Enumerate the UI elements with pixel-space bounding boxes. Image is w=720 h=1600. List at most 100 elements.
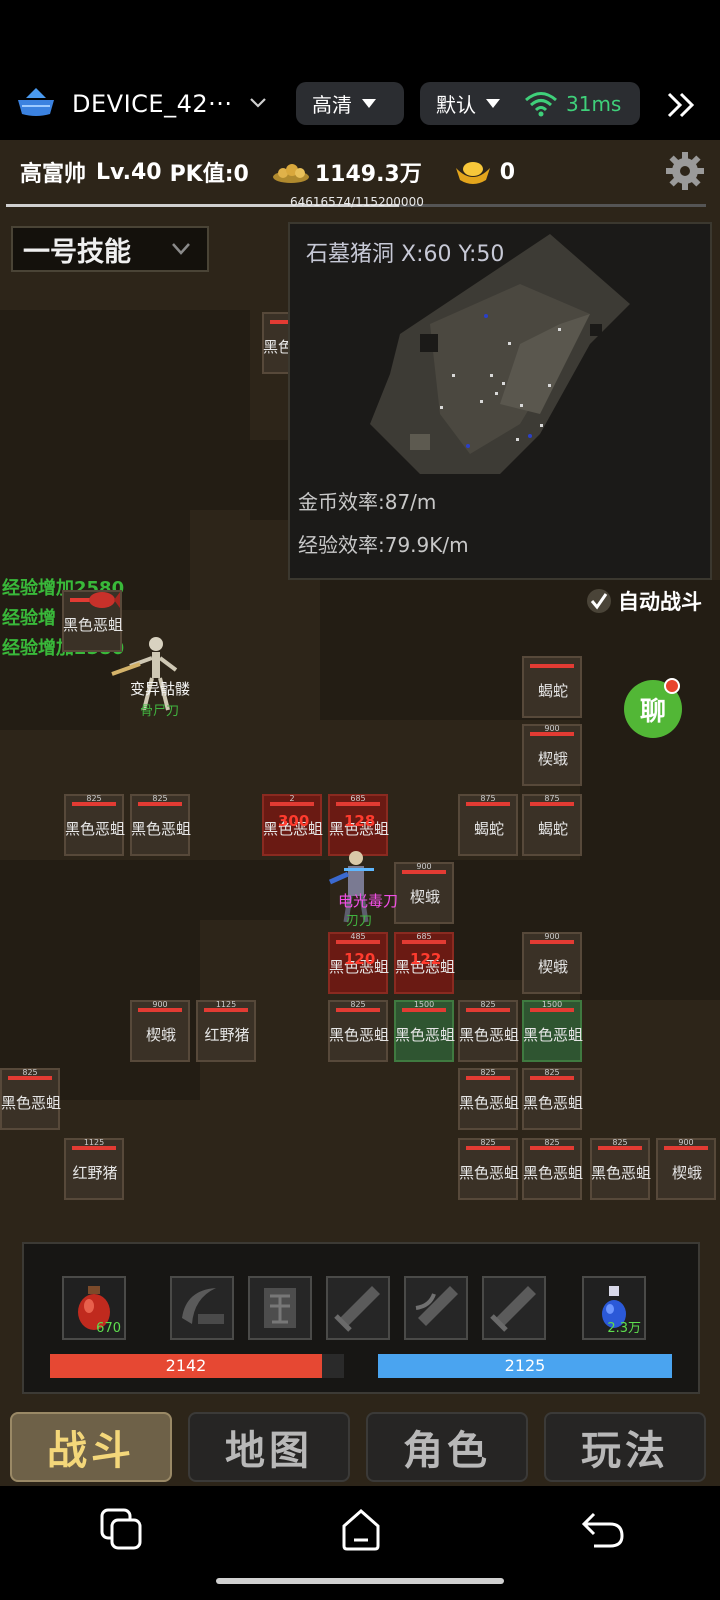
monster-card[interactable]: 875 蝎蛇 [522,794,582,856]
skill-slot-4[interactable] [404,1276,468,1340]
player-status-row: 高富帅 Lv.40 PK值:0 1149.3万 0 [20,156,515,188]
tab-character[interactable]: 角色 [366,1412,528,1482]
ingot-amount: 0 [499,159,516,185]
monster-card[interactable]: 825 黑色恶蛆 [522,1068,583,1130]
monster-name: 楔蛾 [409,888,440,906]
gold-rate-readout: 金币效率:87/m [298,490,437,514]
monster-number: 900 [544,724,560,733]
skill-slot-2[interactable] [248,1276,312,1340]
notification-dot [664,678,680,694]
monster-card[interactable]: 蝎蛇 [522,656,582,718]
tab-gameplay[interactable]: 玩法 [544,1412,706,1482]
cave-wall [0,310,120,730]
skill-slot-1[interactable] [170,1276,234,1340]
monster-card[interactable]: 825 黑色恶蛆 [590,1138,651,1200]
player-name: 高富帅 [20,162,87,187]
back-icon[interactable] [580,1506,626,1552]
caret-down-icon [486,99,500,108]
gear-icon[interactable] [664,150,706,192]
monster-card[interactable]: 825 黑色恶蛆 [458,1000,519,1062]
mp-potion-slot[interactable]: 2.3万 [582,1276,646,1340]
winged-sword-icon [415,1286,458,1326]
monster-card[interactable]: 1500 黑色恶蛆 [394,1000,455,1062]
mp-potion-count: 2.3万 [607,1321,641,1336]
monster-name: 黑色恶蛆 [458,1094,519,1112]
monster-number: 825 [152,794,168,803]
monster-card[interactable]: 1125 红野猪 [196,1000,256,1062]
mp-bar: 2125 [378,1354,672,1378]
crescent-slash-icon [182,1288,224,1324]
monster-card[interactable]: 900 楔蛾 [130,1000,190,1062]
cave-wall [0,860,330,920]
monster-card[interactable]: 1500 黑色恶蛆 [522,1000,583,1062]
monster-card[interactable]: 825 黑色恶蛆 [130,794,191,856]
monster-name: 黑色恶蛆 [64,820,125,838]
device-name[interactable]: DEVICE_42··· [72,90,233,118]
skill-slot-3[interactable] [326,1276,390,1340]
monster-name: 红野猪 [204,1026,250,1044]
tab-map[interactable]: 地图 [188,1412,350,1482]
monster-card[interactable]: 900 楔蛾 [522,932,582,994]
monster-card[interactable]: 825 黑色恶蛆 [64,794,125,856]
device-logo-icon[interactable] [16,86,56,118]
monster-name: 黑色恶蛆 [590,1164,651,1182]
minimap[interactable]: 石墓猪洞 X:60 Y:50 金币效率:87/m 经验效率:79.9K/m [288,222,712,580]
recent-apps-icon[interactable] [98,1506,144,1552]
monster-name: 蝎蛇 [473,820,504,838]
gesture-bar[interactable] [216,1578,504,1584]
monster-card[interactable]: 825 黑色恶蛆 [0,1068,61,1130]
monster-number: 825 [612,1138,628,1147]
monster-name: 黑色恶蛆 [0,1094,61,1112]
monster-number: 685 [416,932,432,941]
monster-name: 黑色恶蛆 [522,1094,583,1112]
monster-number: 1500 [541,1000,563,1009]
minimap-terrain [370,234,630,474]
hp-potion-count: 670 [96,1321,121,1336]
caret-down-icon [362,99,376,108]
skeleton-name: 变异骷髅 [130,680,191,698]
monster-card[interactable]: 900 楔蛾 [522,724,582,786]
monster-card[interactable]: 900 楔蛾 [656,1138,716,1200]
latency-readout: 31ms [566,91,622,116]
monster-card[interactable]: 825 黑色恶蛆 [522,1138,583,1200]
home-icon[interactable] [338,1506,384,1552]
monster-number: 825 [86,794,102,803]
monster-number: 875 [480,794,496,803]
mode-dropdown[interactable]: 默认 31ms [420,82,640,125]
monster-number: 1125 [215,1000,237,1009]
monster-number: 825 [544,1068,560,1077]
monster-number: 825 [544,1138,560,1147]
monster-number: 825 [22,1068,38,1077]
monster-card[interactable]: 825 黑色恶蛆 [328,1000,389,1062]
tab-battle[interactable]: 战斗 [10,1412,172,1482]
double-chevron-right-icon[interactable] [664,88,698,122]
game-viewport[interactable]: 高富帅 Lv.40 PK值:0 1149.3万 0 64616574/11520… [0,140,720,1486]
player-weapon-name: 电光毒刀 [338,892,399,910]
monster-number: 900 [544,932,560,941]
skill-set-dropdown[interactable]: 一号技能 [11,226,209,272]
hp-potion-slot[interactable]: 670 [62,1276,126,1340]
sword-icon [490,1286,536,1332]
monster-number: 685 [350,794,366,803]
monster-card[interactable]: 875 蝎蛇 [458,794,518,856]
cave-wall [190,310,250,510]
monster-name: 黑色恶蛆 [130,820,191,838]
monster-number: 485 [350,932,366,941]
auto-battle-toggle[interactable]: 自动战斗 [586,586,702,616]
tab-label: 角色 [403,1428,491,1474]
monster-card[interactable]: 825 黑色恶蛆 [458,1068,519,1130]
chat-label: 聊 [639,696,666,727]
monster-number: 825 [480,1000,496,1009]
quality-dropdown[interactable]: 高清 [296,82,404,125]
monster-number: 900 [416,862,432,871]
monster-card[interactable]: 1125 红野猪 [64,1138,124,1200]
cave-wall [120,310,190,610]
sword-icon [334,1286,380,1332]
skill-slot-5[interactable] [482,1276,546,1340]
monster-name: 黑色恶蛆 [458,1026,519,1044]
chevron-down-icon[interactable] [248,92,268,112]
monster-card[interactable]: 900 楔蛾 [394,862,454,924]
exp-rate-readout: 经验效率:79.9K/m [298,533,469,557]
monster-card[interactable]: 825 黑色恶蛆 [458,1138,519,1200]
player-subtitle: 刃刀 [346,914,373,929]
